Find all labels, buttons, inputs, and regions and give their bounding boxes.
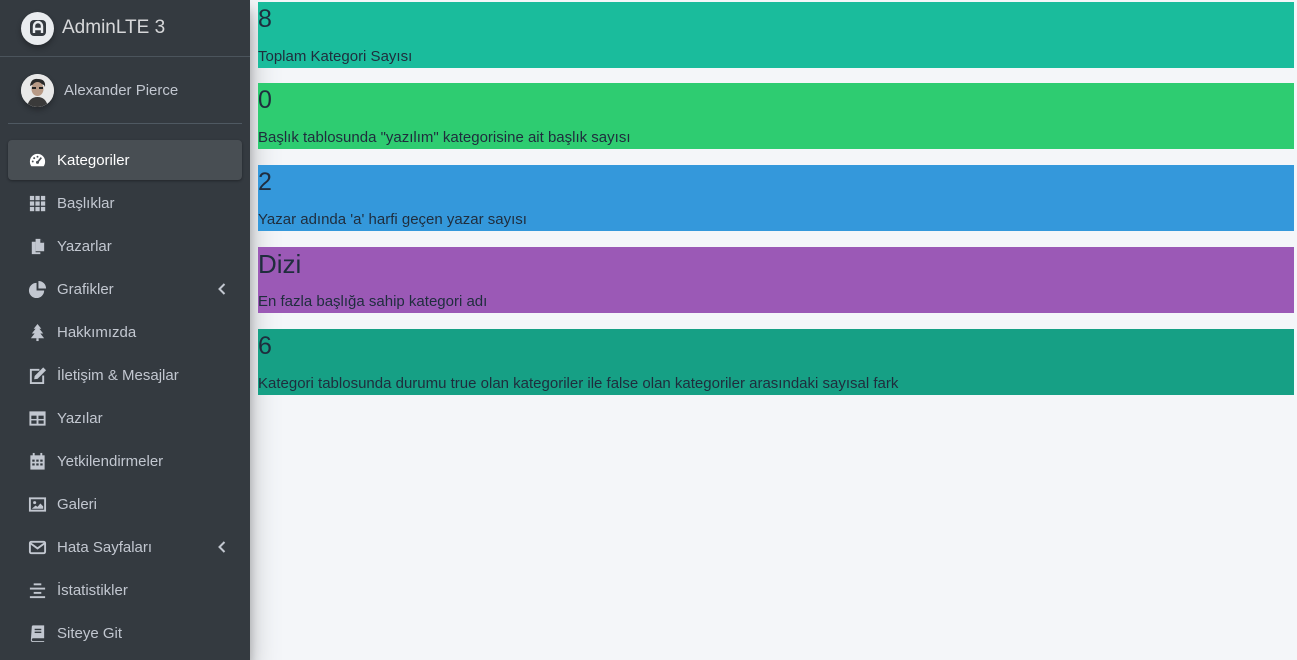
stat-label: Kategori tablosunda durumu true olan kat… — [258, 375, 899, 392]
stat-box-authors-with-a: 2 Yazar adında 'a' harfi geçen yazar say… — [258, 165, 1294, 231]
stat-label: Başlık tablosunda "yazılım" kategorisine… — [258, 129, 631, 146]
brand-link[interactable]: AdminLTE 3 — [0, 0, 250, 57]
sidebar-item-label: Hata Sayfaları — [57, 538, 153, 556]
sidebar-item-yetkilendirmeler[interactable]: Yetkilendirmeler — [8, 441, 242, 481]
stat-value: 8 — [258, 5, 272, 33]
stat-box-top-category: Dizi En fazla başlığa sahip kategori adı — [258, 247, 1294, 313]
sidebar-item-label: Siteye Git — [57, 624, 123, 642]
grid-icon — [27, 193, 47, 213]
stat-box-total-categories: 8 Toplam Kategori Sayısı — [258, 2, 1294, 68]
align-center-icon — [27, 580, 47, 600]
sidebar-item-hata-sayfalari[interactable]: Hata Sayfaları — [8, 527, 242, 567]
dashboard-icon — [27, 150, 47, 170]
sidebar-item-label: Yetkilendirmeler — [57, 452, 164, 470]
table-icon — [27, 408, 47, 428]
sidebar-item-yazarlar[interactable]: Yazarlar — [8, 226, 242, 266]
sidebar-item-istatistikler[interactable]: İstatistikler — [8, 570, 242, 610]
tree-icon — [27, 322, 47, 342]
sidebar-item-label: Yazılar — [57, 409, 103, 427]
brand-title: AdminLTE 3 — [62, 17, 166, 38]
stat-value: Dizi — [258, 249, 302, 279]
chevron-left-icon — [218, 541, 228, 553]
stat-value: 2 — [258, 168, 272, 196]
sidebar-nav: Kategoriler Başlıklar Yazarlar Grafikler — [0, 140, 250, 653]
sidebar-item-hakkimizda[interactable]: Hakkımızda — [8, 312, 242, 352]
avatar — [21, 73, 54, 107]
stat-label: En fazla başlığa sahip kategori adı — [258, 293, 488, 310]
envelope-icon — [27, 537, 47, 557]
sidebar-item-label: İletişim & Mesajlar — [57, 366, 179, 384]
edit-icon — [27, 365, 47, 385]
pie-chart-icon — [27, 279, 47, 299]
stat-value: 6 — [258, 332, 272, 360]
main-sidebar: AdminLTE 3 Alexander Pierce Kategoriler — [0, 0, 250, 660]
sidebar-item-label: İstatistikler — [57, 581, 128, 599]
book-icon — [27, 623, 47, 643]
user-panel[interactable]: Alexander Pierce — [8, 57, 242, 124]
sidebar-item-galeri[interactable]: Galeri — [8, 484, 242, 524]
sidebar-item-kategoriler[interactable]: Kategoriler — [8, 140, 242, 180]
user-name: Alexander Pierce — [64, 81, 179, 99]
brand-logo-icon — [21, 11, 54, 45]
sidebar-item-label: Kategoriler — [57, 151, 130, 169]
stat-label: Toplam Kategori Sayısı — [258, 48, 413, 65]
stat-value: 0 — [258, 86, 272, 114]
stat-label: Yazar adında 'a' harfi geçen yazar sayıs… — [258, 211, 527, 228]
sidebar-item-siteye-git[interactable]: Siteye Git — [8, 613, 242, 653]
stat-box-software-titles: 0 Başlık tablosunda "yazılım" kategorisi… — [258, 83, 1294, 149]
chevron-left-icon — [218, 283, 228, 295]
sidebar-item-label: Başlıklar — [57, 194, 115, 212]
image-icon — [27, 494, 47, 514]
sidebar-item-label: Galeri — [57, 495, 98, 513]
sidebar-item-label: Yazarlar — [57, 237, 112, 255]
copy-icon — [27, 236, 47, 256]
sidebar-item-basliklar[interactable]: Başlıklar — [8, 183, 242, 223]
sidebar-item-iletisim[interactable]: İletişim & Mesajlar — [8, 355, 242, 395]
content-wrapper: 8 Toplam Kategori Sayısı 0 Başlık tablos… — [258, 0, 1294, 411]
sidebar-item-label: Hakkımızda — [57, 323, 137, 341]
sidebar-item-yazilar[interactable]: Yazılar — [8, 398, 242, 438]
calendar-icon — [27, 451, 47, 471]
sidebar-item-label: Grafikler — [57, 280, 114, 298]
sidebar-item-grafikler[interactable]: Grafikler — [8, 269, 242, 309]
stat-box-status-difference: 6 Kategori tablosunda durumu true olan k… — [258, 329, 1294, 395]
